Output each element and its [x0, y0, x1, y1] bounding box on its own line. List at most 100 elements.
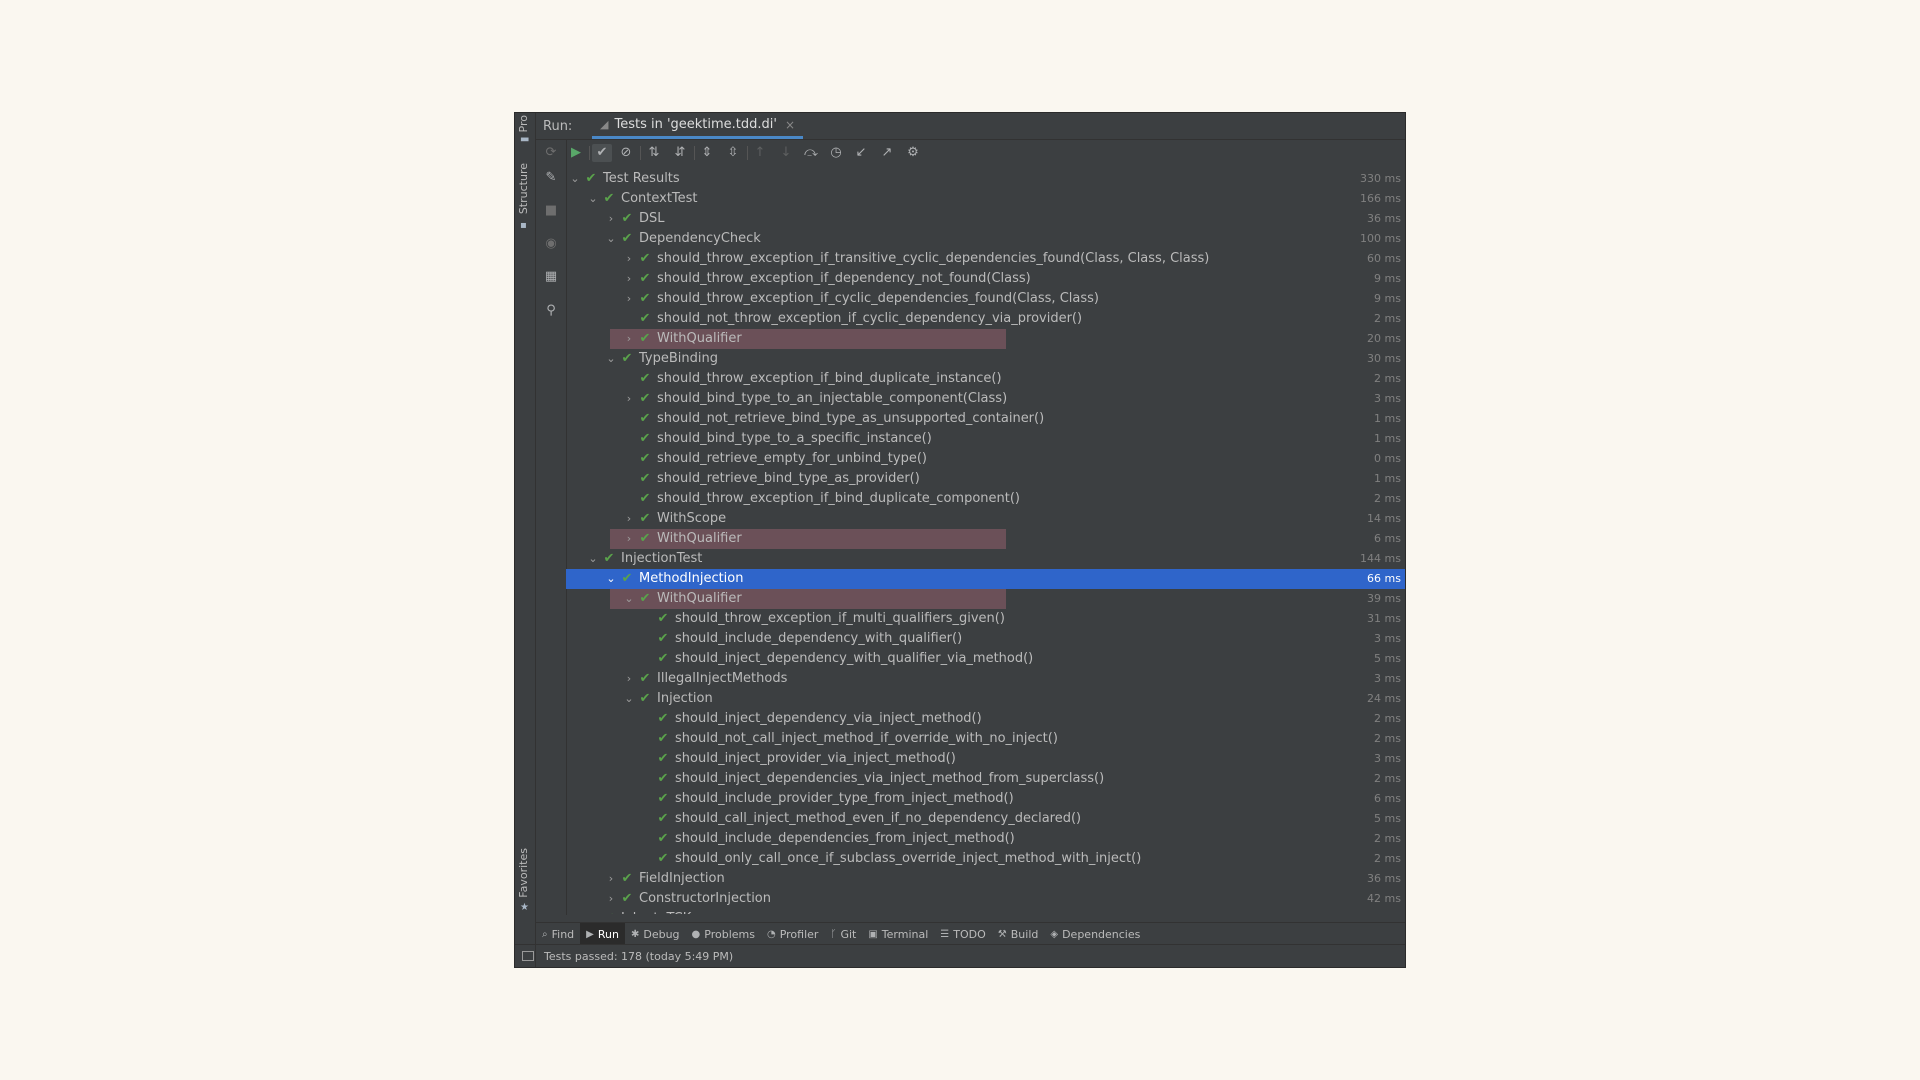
show-ignored-icon[interactable]: ⊘ — [616, 144, 636, 162]
tree-row[interactable]: ⌄ ✔ InjectionTest 144 ms — [566, 549, 1405, 569]
tool-tab-build[interactable]: ⚒ Build — [992, 923, 1045, 945]
tree-row[interactable]: ✔ should_not_retrieve_bind_type_as_unsupp… — [566, 409, 1405, 429]
tree-row[interactable]: › ✔ WithQualifier 20 ms — [566, 329, 1405, 349]
show-passed-icon[interactable]: ✔ — [592, 144, 612, 162]
tree-row[interactable]: ✔ should_bind_type_to_a_specific_instance… — [566, 429, 1405, 449]
tree-row[interactable]: ✔ should_not_call_inject_method_if_overri… — [566, 729, 1405, 749]
tool-tab-dependencies[interactable]: ◈ Dependencies — [1044, 923, 1146, 945]
history-icon[interactable]: ◷ — [826, 144, 846, 162]
tree-row[interactable]: ⌄ ✔ Injection 24 ms — [566, 689, 1405, 709]
tree-row[interactable]: ›✔ JakartaTCK 20 ms — [566, 909, 1405, 914]
chevron-right-icon[interactable]: › — [622, 289, 636, 309]
tree-row[interactable]: ✔ should_call_inject_method_even_if_no_de… — [566, 809, 1405, 829]
chevron-down-icon[interactable]: ⌄ — [586, 189, 600, 209]
tree-row[interactable]: ✔ should_inject_dependency_with_qualifier… — [566, 649, 1405, 669]
structure-tab[interactable]: Structure — [517, 163, 530, 214]
wrench-icon[interactable]: ✎ — [544, 171, 558, 185]
test-name: should_throw_exception_if_bind_duplicate… — [657, 371, 1002, 386]
tree-row[interactable]: ⌄ ✔ DependencyCheck 100 ms — [566, 229, 1405, 249]
tree-row[interactable]: › ✔ should_throw_exception_if_cyclic_depen… — [566, 289, 1405, 309]
tool-tab-problems[interactable]: ● Problems — [686, 923, 761, 945]
tree-row[interactable]: ✔ should_retrieve_empty_for_unbind_type()… — [566, 449, 1405, 469]
previous-failed-icon[interactable]: ↑ — [750, 144, 770, 162]
import-icon[interactable]: ↙ — [851, 144, 871, 162]
tree-row[interactable]: › ✔ DSL 36 ms — [566, 209, 1405, 229]
tree-row[interactable]: › ✔ WithQualifier 6 ms — [566, 529, 1405, 549]
chevron-down-icon[interactable]: ⌄ — [568, 169, 582, 189]
tree-row[interactable]: ⌄ ✔ MethodInjection 66 ms — [566, 569, 1405, 589]
project-tab[interactable]: Pro — [517, 115, 530, 132]
test-duration: 2 ms — [1374, 852, 1401, 865]
tree-row[interactable]: ✔ should_retrieve_bind_type_as_provider()… — [566, 469, 1405, 489]
tree-row[interactable]: ✔ should_include_dependency_with_qualifie… — [566, 629, 1405, 649]
tree-row[interactable]: ✔ should_not_throw_exception_if_cyclic_de… — [566, 309, 1405, 329]
tree-row[interactable]: › ✔ should_bind_type_to_an_injectable_comp… — [566, 389, 1405, 409]
tree-row[interactable]: ⌄ ✔ Test Results 330 ms — [566, 169, 1405, 189]
stop-icon[interactable]: ■ — [544, 204, 558, 218]
tool-tab-debug[interactable]: ✱ Debug — [625, 923, 686, 945]
tool-tab-terminal[interactable]: ▣ Terminal — [862, 923, 934, 945]
tree-row[interactable]: ✔ should_include_dependencies_from_inject… — [566, 829, 1405, 849]
star-icon[interactable]: ★ — [520, 903, 529, 913]
tree-row[interactable]: ✔ should_throw_exception_if_bind_duplicat… — [566, 489, 1405, 509]
view-icon[interactable]: ◉ — [544, 237, 558, 251]
favorites-tab[interactable]: Favorites — [517, 848, 530, 898]
tab-label: Tests in 'geektime.tdd.di' — [614, 117, 777, 132]
tree-row[interactable]: ✔ should_inject_dependencies_via_inject_m… — [566, 769, 1405, 789]
tool-tab-find[interactable]: ⌕ Find — [536, 923, 580, 945]
close-icon[interactable]: × — [785, 118, 795, 132]
next-failed-icon[interactable]: ↓ — [776, 144, 796, 162]
tree-row[interactable]: ✔ should_inject_dependency_via_inject_met… — [566, 709, 1405, 729]
pin-icon[interactable]: ⚲ — [544, 304, 558, 318]
rerun-icon[interactable]: ⟳ — [544, 146, 558, 160]
chevron-down-icon[interactable]: ⌄ — [604, 349, 618, 369]
tree-row[interactable]: ✔ should_inject_provider_via_inject_metho… — [566, 749, 1405, 769]
collapse-all-icon[interactable]: ⇳ — [723, 144, 743, 162]
chevron-right-icon[interactable]: › — [622, 529, 636, 549]
panel-toggle-icon[interactable] — [522, 951, 534, 961]
sort-duration-icon[interactable]: ⇵ — [670, 144, 690, 162]
chevron-down-icon[interactable]: ⌄ — [586, 549, 600, 569]
tree-row[interactable]: › ✔ should_throw_exception_if_dependency_n… — [566, 269, 1405, 289]
tree-row[interactable]: › ✔ FieldInjection 36 ms — [566, 869, 1405, 889]
tool-tab-todo[interactable]: ☰ TODO — [934, 923, 991, 945]
chevron-right-icon[interactable]: › — [604, 869, 618, 889]
chevron-right-icon[interactable]: › — [622, 269, 636, 289]
tree-row[interactable]: › ✔ WithScope 14 ms — [566, 509, 1405, 529]
tree-row[interactable]: › ✔ should_throw_exception_if_transitive_c… — [566, 249, 1405, 269]
tree-row[interactable]: ✔ should_include_provider_type_from_injec… — [566, 789, 1405, 809]
settings-icon[interactable]: ⚙ — [903, 144, 923, 162]
chevron-right-icon[interactable]: › — [622, 389, 636, 409]
chevron-down-icon[interactable]: ⌄ — [604, 229, 618, 249]
tool-tab-run[interactable]: ▶ Run — [580, 923, 625, 945]
tree-row[interactable]: ⌄ ✔ ContextTest 166 ms — [566, 189, 1405, 209]
expand-all-icon[interactable]: ⇕ — [697, 144, 717, 162]
chevron-down-icon[interactable]: ⌄ — [622, 689, 636, 709]
layout-icon[interactable]: ▦ — [544, 270, 558, 284]
tool-tab-profiler[interactable]: ◔ Profiler — [761, 923, 824, 945]
tree-row[interactable]: › ✔ ConstructorInjection 42 ms — [566, 889, 1405, 909]
chevron-down-icon[interactable]: ⌄ — [622, 589, 636, 609]
chevron-right-icon[interactable]: › — [604, 889, 618, 909]
tree-row[interactable]: ✔ should_only_call_once_if_subclass_overr… — [566, 849, 1405, 869]
chevron-right-icon[interactable]: › — [622, 329, 636, 349]
export-icon[interactable]: ↗ — [877, 144, 897, 162]
chevron-right-icon[interactable]: › — [622, 669, 636, 689]
tree-row[interactable]: ✔ should_throw_exception_if_multi_qualifi… — [566, 609, 1405, 629]
chevron-down-icon[interactable]: ⌄ — [604, 569, 618, 589]
chevron-right-icon[interactable]: › — [604, 209, 618, 229]
sort-alpha-icon[interactable]: ⇅ — [644, 144, 664, 162]
tab-tests[interactable]: ◢ Tests in 'geektime.tdd.di' × — [592, 113, 804, 139]
chevron-right-icon[interactable]: › — [622, 249, 636, 269]
run-icon[interactable]: ▶ — [566, 144, 586, 162]
tool-tab-git[interactable]: ᚴ Git — [824, 923, 862, 945]
tree-row[interactable]: ✔ should_throw_exception_if_bind_duplicat… — [566, 369, 1405, 389]
folder-icon[interactable]: ▬ — [520, 135, 529, 145]
tree-row[interactable]: ⌄ ✔ WithQualifier 39 ms — [566, 589, 1405, 609]
chevron-right-icon[interactable]: › — [622, 509, 636, 529]
import-tests-icon[interactable]: ⤼ — [801, 144, 821, 162]
tree-row[interactable]: ⌄ ✔ TypeBinding 30 ms — [566, 349, 1405, 369]
chevron-right-icon[interactable]: › — [586, 909, 600, 914]
tree-row[interactable]: › ✔ IllegalInjectMethods 3 ms — [566, 669, 1405, 689]
structure-icon[interactable]: ▪ — [520, 221, 527, 231]
